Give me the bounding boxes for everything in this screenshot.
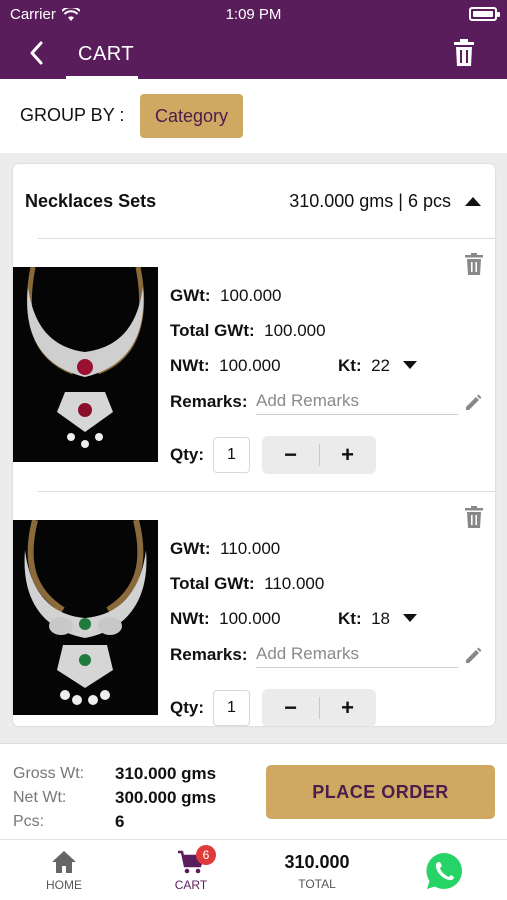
nwt-label: NWt: bbox=[170, 609, 210, 628]
cart-count-badge: 6 bbox=[196, 845, 216, 865]
gross-weight-label: Gross Wt: bbox=[13, 765, 85, 782]
nwt-value: 100.000 bbox=[219, 609, 281, 628]
category-name: Necklaces Sets bbox=[25, 191, 157, 211]
status-bar: Carrier 1:09 PM bbox=[0, 6, 507, 24]
nav-total-label: TOTAL bbox=[298, 877, 336, 891]
category-card: Necklaces Sets 310.000 gms | 6 pcs GWt: bbox=[13, 164, 495, 726]
gwt-label: GWt: bbox=[170, 539, 211, 558]
remarks-label: Remarks: bbox=[170, 392, 248, 411]
nav-cart[interactable]: 6 CART bbox=[160, 840, 222, 900]
nav-total[interactable]: 310.000 TOTAL bbox=[272, 840, 362, 900]
gwt-value: 100.000 bbox=[220, 286, 282, 305]
qty-label: Qty: bbox=[170, 445, 204, 464]
category-summary: 310.000 gms | 6 pcs bbox=[289, 191, 451, 211]
edit-pencil-icon[interactable] bbox=[464, 394, 482, 412]
place-order-button[interactable]: PLACE ORDER bbox=[266, 765, 495, 819]
back-arrow-icon[interactable] bbox=[26, 40, 48, 66]
quantity-field[interactable]: 1 bbox=[213, 437, 250, 473]
home-icon bbox=[52, 851, 76, 873]
pieces-value: 6 bbox=[115, 812, 125, 831]
gross-weight-value: 310.000 gms bbox=[115, 764, 217, 783]
quantity-stepper: − + bbox=[262, 436, 376, 474]
karat-select[interactable]: Kt: 22 bbox=[338, 356, 417, 376]
total-gross-weight-row: Total GWt: 100.000 bbox=[170, 321, 326, 341]
nav-whatsapp[interactable] bbox=[420, 840, 468, 900]
gwt-label: GWt: bbox=[170, 286, 211, 305]
nwt-value: 100.000 bbox=[219, 356, 281, 375]
karat-select[interactable]: Kt: 18 bbox=[338, 609, 417, 629]
net-weight-row: NWt: 100.000 bbox=[170, 356, 281, 376]
total-value: 310.000 bbox=[284, 852, 350, 872]
kt-label: Kt: bbox=[338, 609, 362, 628]
category-header[interactable]: Necklaces Sets 310.000 gms | 6 pcs bbox=[13, 164, 495, 238]
quantity-field[interactable]: 1 bbox=[213, 690, 250, 726]
gross-weight-row: GWt: 100.000 bbox=[170, 286, 282, 306]
status-time: 1:09 PM bbox=[225, 6, 282, 23]
collapse-caret-icon[interactable] bbox=[465, 197, 481, 206]
chevron-down-icon bbox=[402, 361, 417, 369]
clear-cart-trash-icon[interactable] bbox=[453, 39, 475, 67]
order-summary: Gross Wt: 310.000 gms Net Wt: 300.000 gm… bbox=[0, 743, 507, 839]
total-gross-weight-row: Total GWt: 110.000 bbox=[170, 574, 324, 594]
net-weight-value: 300.000 gms bbox=[115, 788, 217, 807]
product-image bbox=[13, 267, 158, 462]
delete-item-icon[interactable] bbox=[465, 506, 483, 528]
pieces-label: Pcs: bbox=[13, 813, 45, 830]
page-title: CART bbox=[78, 43, 135, 65]
kt-value: 22 bbox=[371, 356, 390, 375]
nav-home[interactable]: HOME bbox=[33, 840, 95, 900]
nav-home-label: HOME bbox=[46, 878, 82, 892]
net-weight-row: NWt: 100.000 bbox=[170, 609, 281, 629]
remarks-row: Remarks: bbox=[170, 392, 248, 412]
bottom-navigation: HOME 6 CART 310.000 TOTAL bbox=[0, 839, 507, 900]
increment-button[interactable]: + bbox=[319, 436, 376, 474]
group-by-category-button[interactable]: Category bbox=[140, 94, 243, 138]
cart-item: GWt: 100.000 Total GWt: 100.000 NWt: 100… bbox=[13, 239, 495, 492]
gwt-value: 110.000 bbox=[220, 539, 281, 558]
cart-item: GWt: 110.000 Total GWt: 110.000 NWt: 100… bbox=[13, 492, 495, 726]
decrement-button[interactable]: − bbox=[262, 689, 319, 726]
remarks-input[interactable] bbox=[256, 640, 458, 668]
kt-label: Kt: bbox=[338, 356, 362, 375]
necklace-image bbox=[13, 520, 158, 715]
nav-cart-label: CART bbox=[174, 878, 208, 892]
edit-pencil-icon[interactable] bbox=[464, 647, 482, 665]
app-bar: CART bbox=[0, 30, 507, 79]
product-image bbox=[13, 520, 158, 715]
remarks-label: Remarks: bbox=[170, 645, 248, 664]
nwt-label: NWt: bbox=[170, 356, 210, 375]
chevron-down-icon bbox=[402, 614, 417, 622]
delete-item-icon[interactable] bbox=[465, 253, 483, 275]
increment-button[interactable]: + bbox=[319, 689, 376, 726]
total-gwt-value: 100.000 bbox=[264, 321, 326, 340]
total-gwt-label: Total GWt: bbox=[170, 321, 255, 340]
group-by-label: GROUP BY : bbox=[20, 105, 125, 125]
group-by-bar: GROUP BY : Category bbox=[0, 79, 507, 153]
app-header: Carrier 1:09 PM CART bbox=[0, 0, 507, 79]
gross-weight-row: GWt: 110.000 bbox=[170, 539, 280, 559]
net-weight-label: Net Wt: bbox=[13, 789, 67, 806]
remarks-row: Remarks: bbox=[170, 645, 248, 665]
battery-icon bbox=[469, 7, 500, 21]
total-gwt-value: 110.000 bbox=[264, 574, 325, 593]
necklace-image bbox=[13, 267, 158, 462]
qty-label: Qty: bbox=[170, 698, 204, 717]
whatsapp-icon bbox=[426, 853, 462, 889]
total-gwt-label: Total GWt: bbox=[170, 574, 255, 593]
remarks-input[interactable] bbox=[256, 387, 458, 415]
kt-value: 18 bbox=[371, 609, 390, 628]
quantity-stepper: − + bbox=[262, 689, 376, 726]
decrement-button[interactable]: − bbox=[262, 436, 319, 474]
